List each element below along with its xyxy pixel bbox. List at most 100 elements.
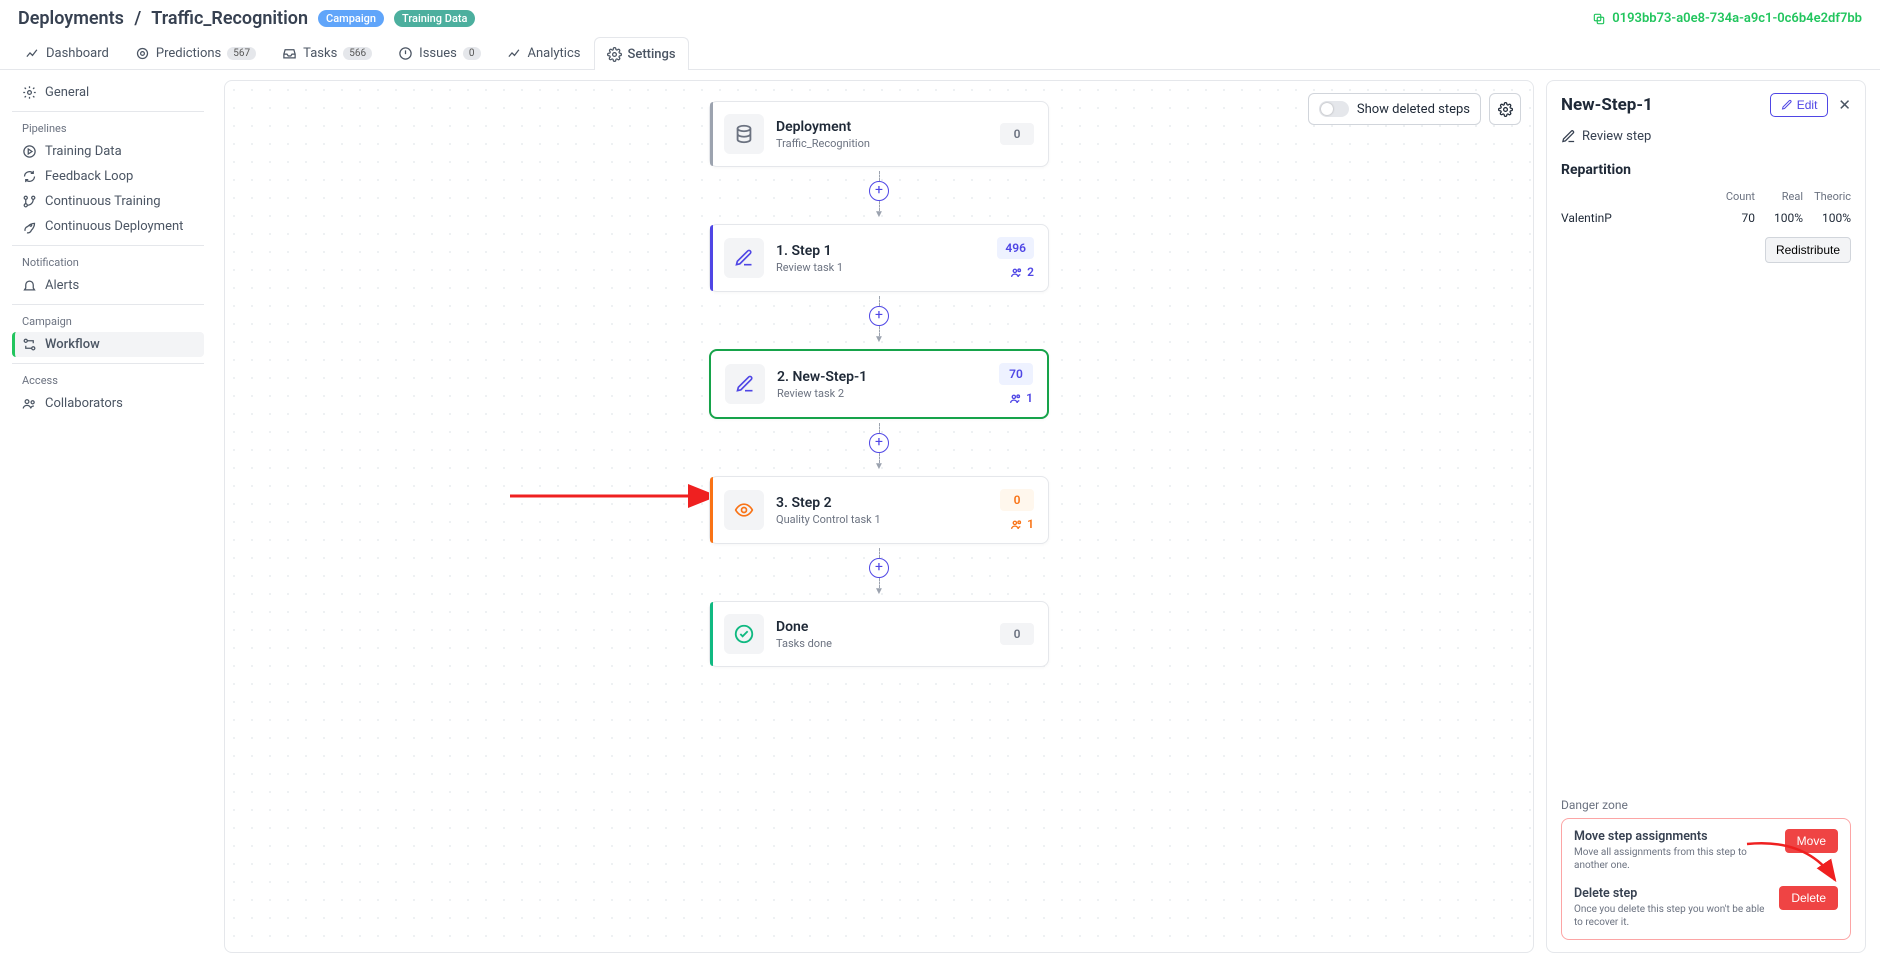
target-icon bbox=[135, 46, 150, 61]
add-step-button[interactable]: + bbox=[869, 558, 889, 578]
sidebar-item-general[interactable]: General bbox=[12, 80, 204, 105]
node-count: 496 bbox=[997, 237, 1034, 259]
node-subtitle: Review task 2 bbox=[777, 387, 999, 400]
pencil-icon bbox=[1781, 99, 1793, 111]
node-subtitle: Quality Control task 1 bbox=[776, 513, 1000, 526]
alert-icon bbox=[398, 46, 413, 61]
node-count: 0 bbox=[1000, 123, 1034, 145]
node-deployment[interactable]: Deployment Traffic_Recognition 0 bbox=[709, 101, 1049, 167]
tabs: Dashboard Predictions 567 Tasks 566 Issu… bbox=[0, 37, 1880, 70]
sidebar-item-feedback-loop[interactable]: Feedback Loop bbox=[12, 164, 204, 189]
node-subtitle: Review task 1 bbox=[776, 261, 997, 274]
tab-tasks[interactable]: Tasks 566 bbox=[269, 37, 385, 69]
breadcrumb-root[interactable]: Deployments bbox=[18, 8, 124, 29]
redistribute-button[interactable]: Redistribute bbox=[1765, 237, 1851, 263]
analytics-icon bbox=[507, 46, 522, 61]
sidebar-item-continuous-training[interactable]: Continuous Training bbox=[12, 189, 204, 214]
copy-icon bbox=[1592, 12, 1606, 26]
sidebar: General Pipelines Training Data Feedback… bbox=[0, 70, 220, 963]
database-icon bbox=[724, 114, 764, 154]
edit-icon bbox=[724, 238, 764, 278]
tab-predictions-count: 567 bbox=[227, 47, 256, 60]
inbox-icon bbox=[282, 46, 297, 61]
add-step-button[interactable]: + bbox=[869, 433, 889, 453]
sidebar-item-training-data[interactable]: Training Data bbox=[12, 139, 204, 164]
tab-issues-count: 0 bbox=[463, 47, 481, 60]
edit-button[interactable]: Edit bbox=[1770, 93, 1829, 117]
toggle-switch[interactable] bbox=[1319, 101, 1349, 117]
workflow-canvas[interactable]: Show deleted steps Deployment Traffic_Re… bbox=[224, 80, 1534, 953]
node-count: 70 bbox=[999, 363, 1033, 385]
real-value: 100% bbox=[1755, 211, 1803, 225]
identifier[interactable]: 0193bb73-a0e8-734a-a9c1-0c6b4e2df7bb bbox=[1592, 11, 1862, 26]
node-count: 0 bbox=[1000, 623, 1034, 645]
gear-icon bbox=[22, 85, 37, 100]
header: Deployments / Traffic_Recognition Campai… bbox=[0, 0, 1880, 37]
badge-campaign: Campaign bbox=[318, 10, 384, 27]
node-people: 1 bbox=[1010, 517, 1034, 531]
node-step-1[interactable]: 1. Step 1 Review task 1 496 2 bbox=[709, 224, 1049, 292]
repartition-row: ValentinP 70 100% 100% bbox=[1561, 211, 1851, 225]
rocket-icon bbox=[22, 219, 37, 234]
breadcrumb-current[interactable]: Traffic_Recognition bbox=[151, 8, 308, 29]
node-done[interactable]: Done Tasks done 0 bbox=[709, 601, 1049, 667]
node-step-3[interactable]: 3. Step 2 Quality Control task 1 0 1 bbox=[709, 476, 1049, 544]
canvas-settings-button[interactable] bbox=[1489, 93, 1521, 125]
node-count: 0 bbox=[1000, 489, 1034, 511]
workflow-icon bbox=[22, 337, 37, 352]
node-subtitle: Tasks done bbox=[776, 637, 1000, 650]
tab-analytics[interactable]: Analytics bbox=[494, 37, 594, 69]
repartition-heading: Repartition bbox=[1561, 162, 1851, 178]
tab-tasks-count: 566 bbox=[343, 47, 372, 60]
sidebar-heading-notification: Notification bbox=[22, 256, 194, 269]
node-step-2-selected[interactable]: 2. New-Step-1 Review task 2 70 1 bbox=[709, 349, 1049, 419]
bell-icon bbox=[22, 278, 37, 293]
tab-dashboard[interactable]: Dashboard bbox=[12, 37, 122, 69]
add-step-button[interactable]: + bbox=[869, 306, 889, 326]
users-icon bbox=[22, 396, 37, 411]
node-title: Done bbox=[776, 619, 1000, 635]
tab-issues[interactable]: Issues 0 bbox=[385, 37, 493, 69]
gear-icon bbox=[607, 47, 622, 62]
node-title: 2. New-Step-1 bbox=[777, 369, 999, 385]
node-title: 1. Step 1 bbox=[776, 243, 997, 259]
sidebar-heading-access: Access bbox=[22, 374, 194, 387]
branch-icon bbox=[22, 194, 37, 209]
user-name: ValentinP bbox=[1561, 211, 1621, 225]
repartition-header: Count Real Theoric bbox=[1561, 190, 1851, 203]
tab-predictions[interactable]: Predictions 567 bbox=[122, 37, 269, 69]
danger-zone-heading: Danger zone bbox=[1561, 798, 1851, 812]
close-button[interactable]: ✕ bbox=[1838, 96, 1851, 114]
sidebar-item-collaborators[interactable]: Collaborators bbox=[12, 391, 204, 416]
node-people: 2 bbox=[1010, 265, 1034, 279]
chart-icon bbox=[25, 46, 40, 61]
sidebar-item-alerts[interactable]: Alerts bbox=[12, 273, 204, 298]
badge-training: Training Data bbox=[394, 10, 475, 27]
node-title: Deployment bbox=[776, 119, 1000, 135]
body: General Pipelines Training Data Feedback… bbox=[0, 70, 1880, 963]
node-people: 1 bbox=[1009, 391, 1033, 405]
edit-icon bbox=[725, 364, 765, 404]
right-panel: New-Step-1 Edit ✕ Review step Repartitio… bbox=[1546, 80, 1866, 953]
annotation-arrow-icon bbox=[1737, 836, 1847, 896]
breadcrumb: Deployments / Traffic_Recognition bbox=[18, 8, 308, 29]
sidebar-heading-pipelines: Pipelines bbox=[22, 122, 194, 135]
node-title: 3. Step 2 bbox=[776, 495, 1000, 511]
users-icon bbox=[1009, 392, 1022, 405]
sidebar-item-continuous-deployment[interactable]: Continuous Deployment bbox=[12, 214, 204, 239]
loop-icon bbox=[22, 169, 37, 184]
delete-desc: Once you delete this step you won't be a… bbox=[1574, 903, 1771, 929]
tab-settings[interactable]: Settings bbox=[594, 37, 689, 70]
users-icon bbox=[1010, 518, 1023, 531]
edit-icon bbox=[1561, 129, 1576, 144]
sidebar-item-workflow[interactable]: Workflow bbox=[12, 332, 204, 357]
annotation-arrow-icon bbox=[505, 476, 725, 516]
gear-icon bbox=[1498, 102, 1513, 117]
play-icon bbox=[22, 144, 37, 159]
show-deleted-toggle[interactable]: Show deleted steps bbox=[1308, 93, 1481, 125]
sidebar-heading-campaign: Campaign bbox=[22, 315, 194, 328]
panel-title: New-Step-1 bbox=[1561, 95, 1770, 115]
check-circle-icon bbox=[724, 614, 764, 654]
add-step-button[interactable]: + bbox=[869, 181, 889, 201]
eye-icon bbox=[724, 490, 764, 530]
